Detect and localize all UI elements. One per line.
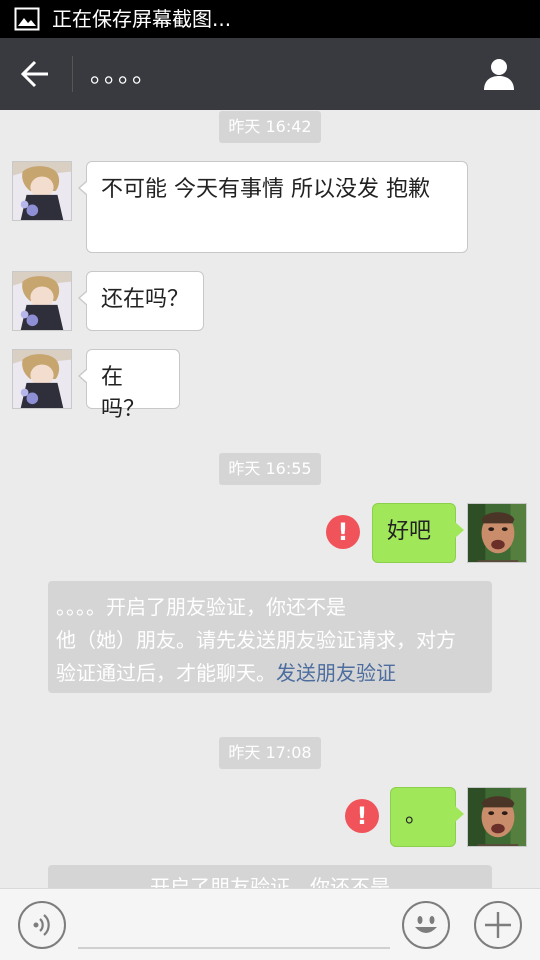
incoming-message[interactable]: 还在吗？ <box>78 271 204 331</box>
more-button[interactable] <box>474 901 522 949</box>
timestamp: 昨天 16:42 <box>219 111 321 143</box>
emoji-button[interactable] <box>402 901 450 949</box>
incoming-message[interactable]: 不可能 今天有事情 所以没发 抱歉 <box>78 161 468 253</box>
voice-button[interactable] <box>18 901 66 949</box>
title-divider <box>72 56 73 92</box>
emoji-icon <box>415 916 437 933</box>
send-failed-icon[interactable]: ! <box>345 799 379 833</box>
system-notice: 。。。。开启了朋友验证，你还不是 他（她）朋友。请先发送朋友验证请求，对方 验证… <box>48 581 492 693</box>
outgoing-message[interactable]: 。 <box>390 787 464 847</box>
system-notice-text: 验证通过后，才能聊天。 <box>56 661 276 685</box>
contact-avatar[interactable] <box>12 271 72 331</box>
incoming-message[interactable]: 在吗？ <box>78 349 180 422</box>
send-verification-link[interactable]: 发送朋友验证 <box>276 661 396 685</box>
chat-title: 。。。。 <box>90 60 158 88</box>
my-avatar[interactable] <box>467 787 527 847</box>
outgoing-message[interactable]: 好吧 <box>372 503 464 563</box>
plus-icon <box>485 912 511 938</box>
send-failed-icon[interactable]: ! <box>326 515 360 549</box>
voice-icon <box>33 914 50 936</box>
status-bar: 正在保存屏幕截图... <box>0 0 540 38</box>
timestamp: 昨天 16:55 <box>219 453 321 485</box>
contact-avatar[interactable] <box>12 161 72 221</box>
image-icon <box>14 7 40 31</box>
my-avatar[interactable] <box>467 503 527 563</box>
contact-avatar[interactable] <box>12 349 72 409</box>
person-icon[interactable] <box>480 56 518 92</box>
system-notice-line: 验证通过后，才能聊天。发送朋友验证 <box>56 657 484 690</box>
system-notice-line: 他（她）朋友。请先发送朋友验证请求，对方 <box>56 628 456 652</box>
system-notice-line: 。。。。开启了朋友验证，你还不是 <box>56 595 346 619</box>
back-arrow-icon[interactable] <box>16 56 54 92</box>
message-input[interactable] <box>78 947 390 949</box>
status-text: 正在保存屏幕截图... <box>52 7 232 31</box>
timestamp: 昨天 17:08 <box>219 737 321 769</box>
input-bar <box>0 888 540 960</box>
title-bar: 。。。。 <box>0 38 540 110</box>
